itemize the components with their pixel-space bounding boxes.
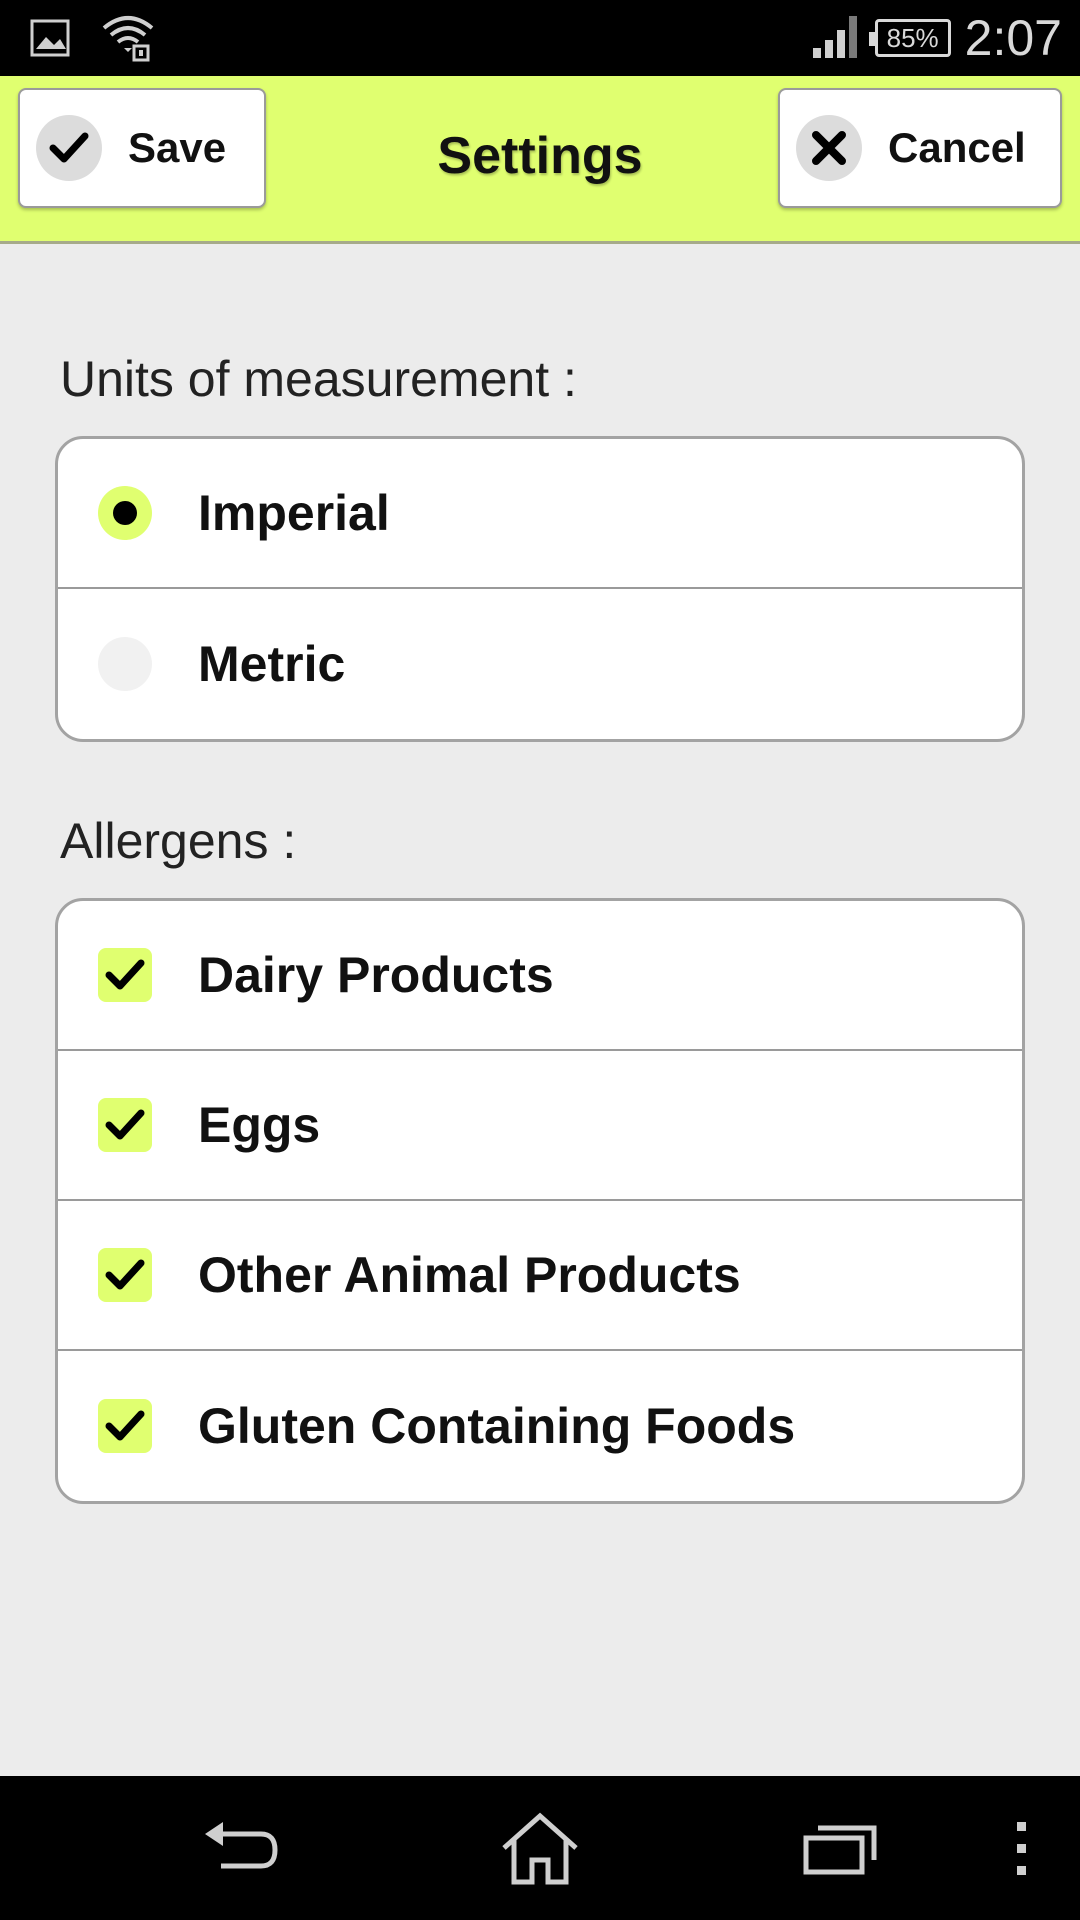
units-option-label: Imperial [198, 485, 390, 541]
status-bar: 85% 2:07 [0, 0, 1080, 76]
allergen-item-gluten[interactable]: Gluten Containing Foods [58, 1351, 1022, 1501]
checkbox-checked[interactable] [98, 1399, 152, 1453]
allergen-item-other-animal[interactable]: Other Animal Products [58, 1201, 1022, 1351]
allergen-label: Dairy Products [198, 947, 554, 1003]
recent-apps-icon[interactable] [795, 1806, 885, 1890]
overflow-menu-icon[interactable] [976, 1806, 1066, 1890]
units-option-imperial[interactable]: Imperial [58, 439, 1022, 589]
allergen-label: Gluten Containing Foods [198, 1398, 796, 1454]
back-icon[interactable] [196, 1806, 286, 1890]
allergens-section-label: Allergens : [60, 813, 297, 869]
action-bar: Save Settings Cancel [0, 76, 1080, 244]
checkbox-checked[interactable] [98, 1248, 152, 1302]
wifi-icon [100, 14, 156, 67]
navigation-bar [0, 1776, 1080, 1920]
units-radio-group: Imperial Metric [55, 436, 1025, 742]
cancel-label: Cancel [888, 124, 1026, 171]
battery-icon: 85% [868, 19, 951, 57]
units-section-label: Units of measurement : [60, 351, 577, 407]
gallery-icon [30, 19, 70, 62]
units-option-label: Metric [198, 636, 346, 692]
allergen-item-dairy[interactable]: Dairy Products [58, 901, 1022, 1051]
units-option-metric[interactable]: Metric [58, 589, 1022, 739]
allergen-label: Other Animal Products [198, 1247, 741, 1303]
allergens-checkbox-group: Dairy Products Eggs Other Animal Product… [55, 898, 1025, 1504]
cancel-button[interactable]: Cancel [778, 88, 1062, 208]
clock: 2:07 [964, 10, 1062, 66]
close-icon [796, 115, 862, 181]
allergen-label: Eggs [198, 1097, 321, 1153]
radio-button-selected[interactable] [98, 486, 152, 540]
checkbox-checked[interactable] [98, 1098, 152, 1152]
allergen-item-eggs[interactable]: Eggs [58, 1051, 1022, 1201]
checkbox-checked[interactable] [98, 948, 152, 1002]
home-icon[interactable] [495, 1806, 585, 1890]
radio-button-unselected[interactable] [98, 637, 152, 691]
signal-icon [811, 14, 861, 63]
